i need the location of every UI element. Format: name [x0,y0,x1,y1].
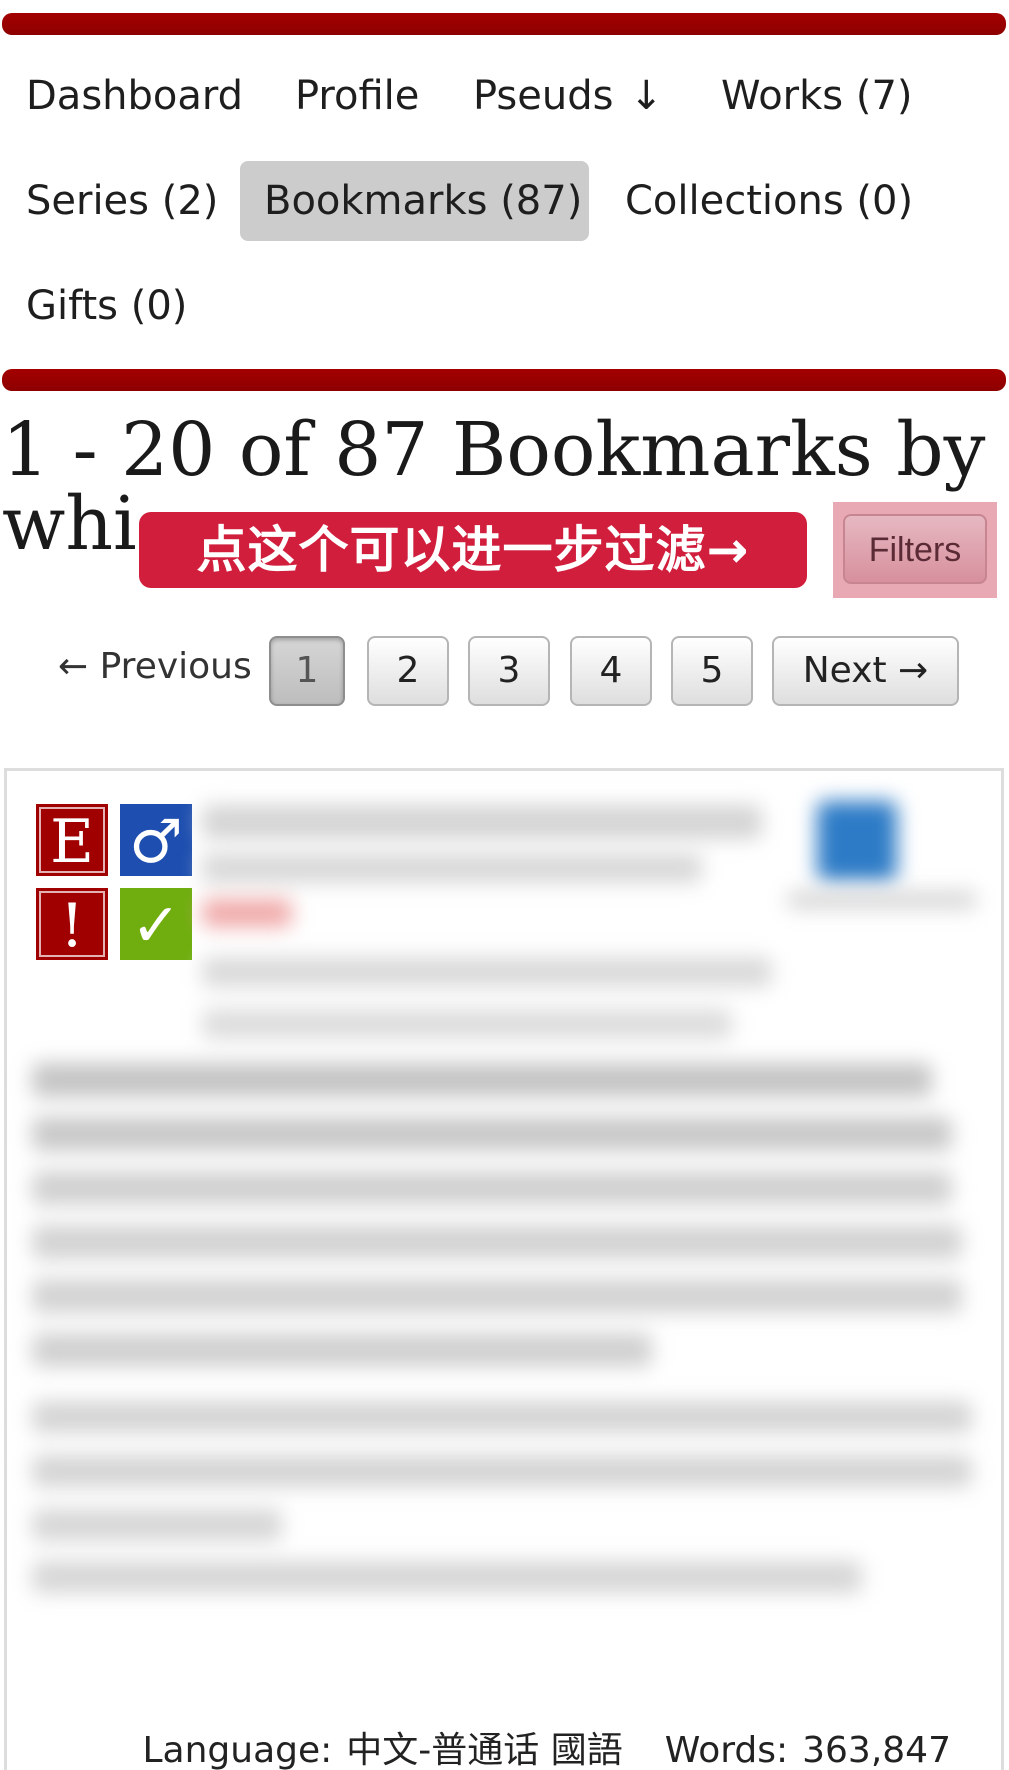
pagination-page-5[interactable]: 5 [671,636,753,706]
blurred-author [202,899,292,927]
rating-explicit-icon: E [34,802,110,878]
complete-symbol: ✓ [130,891,182,961]
blurred-title [202,805,762,839]
filters-highlight: Filters [833,502,997,598]
filters-button[interactable]: Filters [843,514,987,584]
nav-dashboard[interactable]: Dashboard [2,56,267,136]
nav-bottom-border [2,369,1006,391]
pagination-page-2[interactable]: 2 [367,636,449,706]
nav-collections[interactable]: Collections (0) [601,161,937,241]
pagination-page-4[interactable]: 4 [570,636,652,706]
blurred-fandom-icon [817,801,897,881]
blurred-summary-3 [32,1509,282,1541]
blurred-fandom [202,957,772,987]
bookmark-blurb: E ♂ ! ✓ Language: 中文-普通话 國語 Words: 363,847 [4,768,1004,1770]
pagination-page-3[interactable]: 3 [468,636,550,706]
pagination-next[interactable]: Next → [772,636,959,706]
filter-hint-annotation: 点这个可以进一步过滤→ [139,512,807,588]
pagination-page-1: 1 [269,636,345,706]
blurred-tags-6 [32,1333,652,1367]
language-value: 中文-普通话 國語 [346,1730,623,1770]
warning-symbol: ! [59,891,85,961]
language-label: Language: [142,1730,333,1770]
blurred-tags-3 [32,1171,952,1205]
category-mm-icon: ♂ [118,802,194,878]
arrow-down-icon: ↓ [629,73,663,119]
work-stats: Language: 中文-普通话 國語 Words: 363,847 [142,1726,951,1770]
blurred-fandom-line2 [202,1009,732,1039]
blurred-tags-5 [32,1279,962,1313]
warning-icon: ! [34,886,110,962]
blurred-tags-4 [32,1225,962,1259]
nav-works[interactable]: Works (7) [697,56,937,136]
rating-letter: E [50,807,94,877]
nav-bookmarks[interactable]: Bookmarks (87) [240,161,589,241]
required-tags[interactable]: E ♂ ! ✓ [34,802,194,962]
page-title-line1: 1 - 20 of 87 Bookmarks by [2,413,986,493]
blurred-summary-1 [32,1401,972,1433]
nav-series[interactable]: Series (2) [2,161,242,241]
pagination-previous: ← Previous [58,646,252,687]
nav-profile[interactable]: Profile [271,56,443,136]
blurred-tags-1 [32,1063,932,1097]
blurred-date [787,891,977,909]
words-label: Words: [664,1730,789,1770]
words-value: 363,847 [802,1730,951,1770]
blurred-title-line2 [202,853,702,883]
nav-pseuds-label: Pseuds [473,73,614,119]
complete-check-icon: ✓ [118,886,194,962]
nav-pseuds[interactable]: Pseuds ↓ [449,56,687,136]
blurred-summary-4 [32,1561,862,1593]
blurred-tags-2 [32,1117,952,1151]
blurred-summary-2 [32,1455,972,1487]
nav-top-border [2,13,1006,35]
nav-gifts[interactable]: Gifts (0) [2,266,211,346]
category-symbol: ♂ [129,807,183,877]
